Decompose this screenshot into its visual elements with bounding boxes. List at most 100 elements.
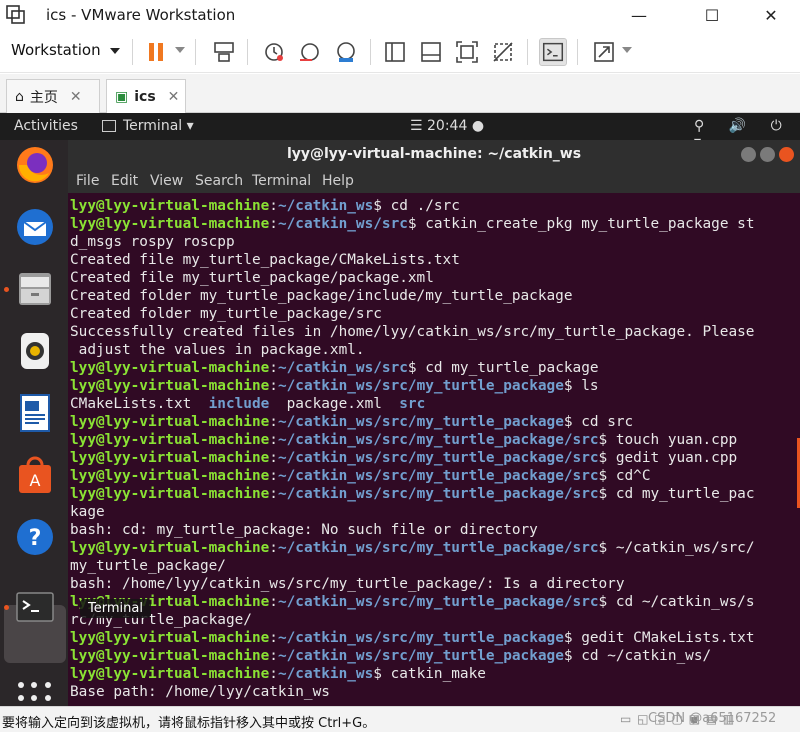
- vmware-app-icon: [6, 5, 25, 24]
- software-center-icon[interactable]: A: [10, 450, 60, 500]
- terminal-line: Base path: /home/lyy/catkin_ws: [70, 683, 800, 701]
- chevron-down-icon[interactable]: [110, 48, 120, 54]
- terminal-output[interactable]: lyy@lyy-virtual-machine:~/catkin_ws$ cd …: [68, 193, 800, 706]
- prompt-user: lyy@lyy-virtual-machine: [70, 378, 270, 394]
- terminal-line: lyy@lyy-virtual-machine:~/catkin_ws/src/…: [70, 629, 800, 647]
- fullscreen-icon[interactable]: [453, 38, 481, 66]
- vmware-toolbar: Workstation: [0, 31, 800, 73]
- prompt-path: ~/catkin_ws/src/my_turtle_package: [277, 378, 564, 394]
- dot-icon: ●: [467, 118, 485, 134]
- terminal-minimize-button[interactable]: [741, 147, 756, 162]
- terminal-titlebar: lyy@lyy-virtual-machine: ~/catkin_ws: [68, 140, 800, 171]
- prompt-user: lyy@lyy-virtual-machine: [70, 432, 270, 448]
- terminal-text: kage: [70, 504, 105, 520]
- terminal-line: lyy@lyy-virtual-machine:~/catkin_ws$ cat…: [70, 665, 800, 683]
- send-keys-icon[interactable]: [210, 38, 238, 66]
- unity-mode-icon[interactable]: [489, 38, 517, 66]
- maximize-button[interactable]: ☐: [689, 0, 735, 31]
- window-title: ics - VMware Workstation: [46, 6, 236, 24]
- menu-edit[interactable]: Edit: [111, 173, 138, 189]
- writer-icon[interactable]: [10, 388, 60, 438]
- firefox-icon[interactable]: [10, 140, 60, 190]
- clock[interactable]: ☰ 20:44 ●: [410, 118, 484, 134]
- console-view-icon[interactable]: [539, 38, 567, 66]
- terminal-line: lyy@lyy-virtual-machine:~/catkin_ws/src/…: [70, 539, 800, 557]
- sidebar-toggle-icon[interactable]: [381, 38, 409, 66]
- help-icon[interactable]: ?: [10, 512, 60, 562]
- thunderbird-icon[interactable]: [10, 202, 60, 252]
- terminal-text: Successfully created files in /home/lyy/…: [70, 324, 755, 340]
- terminal-close-button[interactable]: [779, 147, 794, 162]
- close-button[interactable]: ✕: [748, 0, 794, 31]
- menu-help[interactable]: Help: [322, 173, 354, 189]
- terminal-text: :: [269, 378, 278, 394]
- rhythmbox-icon[interactable]: [10, 326, 60, 376]
- ubuntu-top-bar: Activities Terminal ▾ ☰ 20:44 ● ⚲ 🔊 ⏻ ▾: [0, 113, 800, 150]
- close-icon[interactable]: ✕: [168, 89, 180, 105]
- terminal-icon: [102, 120, 116, 132]
- snapshot-icon[interactable]: [260, 38, 288, 66]
- directory-name: src: [399, 396, 426, 412]
- workstation-menu[interactable]: Workstation: [11, 41, 101, 59]
- svg-text:A: A: [30, 471, 41, 490]
- terminal-text: package.xml: [269, 396, 400, 412]
- notification-icon: ☰: [410, 118, 428, 134]
- prompt-user: lyy@lyy-virtual-machine: [70, 414, 270, 430]
- prompt-user: lyy@lyy-virtual-machine: [70, 666, 270, 682]
- terminal-line: Created file my_turtle_package/package.x…: [70, 269, 800, 287]
- activities-button[interactable]: Activities: [14, 118, 78, 134]
- terminal-line: lyy@lyy-virtual-machine:~/catkin_ws/src/…: [70, 449, 800, 467]
- terminal-text: $ cd my_turtle_package: [407, 360, 599, 376]
- files-icon[interactable]: [10, 264, 60, 314]
- ubuntu-dock: A ?: [0, 140, 68, 706]
- terminal-line: lyy@lyy-virtual-machine:~/catkin_ws/src/…: [70, 467, 800, 485]
- terminal-line: adjust the values in package.xml.: [70, 341, 800, 359]
- terminal-text: :: [269, 450, 278, 466]
- menu-view[interactable]: View: [150, 173, 183, 189]
- app-menu[interactable]: Terminal ▾: [102, 118, 194, 134]
- menu-search[interactable]: Search: [195, 173, 243, 189]
- guest-screen[interactable]: Activities Terminal ▾ ☰ 20:44 ● ⚲ 🔊 ⏻ ▾ …: [0, 113, 800, 706]
- terminal-text: Created folder my_turtle_package/src: [70, 306, 382, 322]
- prompt-user: lyy@lyy-virtual-machine: [70, 216, 270, 232]
- terminal-text: d_msgs rospy roscpp: [70, 234, 235, 250]
- terminal-text: bash: cd: my_turtle_package: No such fil…: [70, 522, 538, 538]
- terminal-line: lyy@lyy-virtual-machine:~/catkin_ws/src$…: [70, 215, 800, 233]
- terminal-text: :: [269, 540, 278, 556]
- prompt-path: ~/catkin_ws/src/my_turtle_package: [277, 630, 564, 646]
- terminal-line: lyy@lyy-virtual-machine:~/catkin_ws/src/…: [70, 485, 800, 503]
- menu-terminal[interactable]: Terminal: [252, 173, 311, 189]
- tab-home[interactable]: ⌂ 主页 ✕: [6, 79, 100, 113]
- terminal-line: lyy@lyy-virtual-machine:~/catkin_ws/src/…: [70, 593, 800, 611]
- terminal-line: lyy@lyy-virtual-machine:~/catkin_ws/src/…: [70, 431, 800, 449]
- terminal-title: lyy@lyy-virtual-machine: ~/catkin_ws: [286, 146, 582, 162]
- terminal-line: lyy@lyy-virtual-machine:~/catkin_ws/src/…: [70, 377, 800, 395]
- terminal-line: lyy@lyy-virtual-machine:~/catkin_ws/src/…: [70, 647, 800, 665]
- menu-file[interactable]: File: [76, 173, 99, 189]
- terminal-line: lyy@lyy-virtual-machine:~/catkin_ws/src/…: [70, 413, 800, 431]
- terminal-text: :: [269, 414, 278, 430]
- snapshot-manager-icon[interactable]: [332, 38, 360, 66]
- terminal-maximize-button[interactable]: [760, 147, 775, 162]
- pause-icon[interactable]: [142, 38, 170, 66]
- close-icon[interactable]: ✕: [70, 89, 82, 105]
- prompt-user: lyy@lyy-virtual-machine: [70, 648, 270, 664]
- terminal-text: $ cd ~/catkin_ws/: [563, 648, 712, 664]
- app-menu-label: Terminal ▾: [123, 118, 194, 134]
- terminal-line: bash: /home/lyy/catkin_ws/src/my_turtle_…: [70, 575, 800, 593]
- terminal-text: :: [269, 216, 278, 232]
- terminal-line: bash: cd: my_turtle_package: No such fil…: [70, 521, 800, 539]
- prompt-path: ~/catkin_ws/src/my_turtle_package/src: [277, 468, 599, 484]
- thumbnail-bar-icon[interactable]: [417, 38, 445, 66]
- status-message: 要将输入定向到该虚拟机，请将鼠标指针移入其中或按 Ctrl+G。: [2, 716, 376, 731]
- minimize-button[interactable]: —: [616, 0, 662, 31]
- terminal-text: $ cd ./src: [373, 198, 460, 214]
- terminal-icon[interactable]: [10, 582, 60, 632]
- svg-text:?: ?: [29, 526, 42, 551]
- show-applications-icon[interactable]: [18, 682, 52, 706]
- prompt-user: lyy@lyy-virtual-machine: [70, 450, 270, 466]
- terminal-text: :: [269, 360, 278, 376]
- revert-snapshot-icon[interactable]: [296, 38, 324, 66]
- stretch-view-icon[interactable]: [590, 38, 618, 66]
- tab-ics[interactable]: ▣ ics ✕: [106, 79, 186, 113]
